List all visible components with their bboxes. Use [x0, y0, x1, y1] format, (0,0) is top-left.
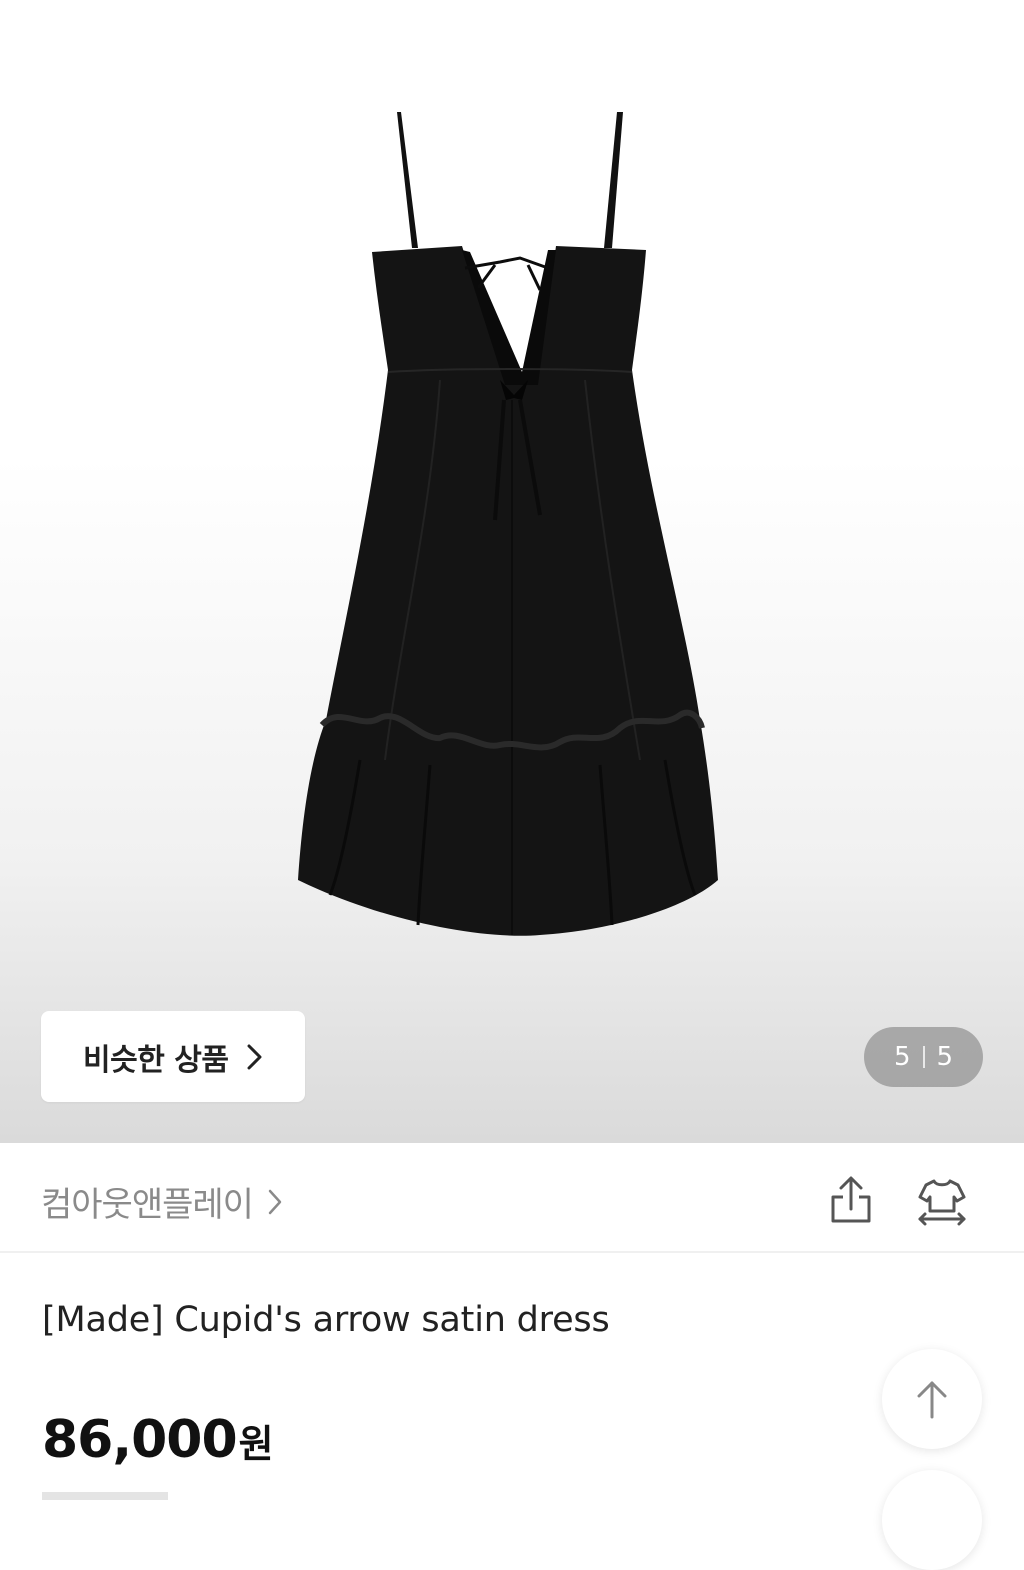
chevron-right-icon	[268, 1189, 282, 1214]
brand-row: 컴아웃앤플레이	[0, 1143, 1024, 1253]
share-icon	[831, 1176, 871, 1223]
product-title: [Made] Cupid's arrow satin dress	[42, 1300, 610, 1340]
brand-link[interactable]: 컴아웃앤플레이	[41, 1177, 283, 1226]
image-counter-current: 5	[893, 1042, 911, 1072]
chevron-right-icon	[247, 1044, 262, 1069]
price-currency: 원	[238, 1422, 274, 1466]
product-image[interactable]	[0, 0, 1024, 1143]
image-counter-total: 5	[936, 1042, 954, 1072]
product-price: 86,000	[42, 1410, 238, 1470]
similar-products-label: 비슷한 상품	[83, 1042, 229, 1078]
image-counter-divider	[922, 1046, 925, 1068]
price-row: 86,000 원	[42, 1410, 274, 1470]
share-button[interactable]	[821, 1171, 881, 1231]
size-fit-button[interactable]	[912, 1171, 972, 1231]
product-image-gallery[interactable]: 비슷한 상품 5 5	[0, 0, 1024, 1143]
size-fit-icon	[918, 1179, 966, 1226]
badge-placeholder	[42, 1492, 168, 1500]
scroll-to-top-button[interactable]	[882, 1349, 982, 1449]
floating-action-button[interactable]	[882, 1470, 982, 1570]
brand-name: 컴아웃앤플레이	[41, 1185, 254, 1225]
similar-products-button[interactable]: 비슷한 상품	[41, 1011, 305, 1102]
image-counter: 5 5	[864, 1027, 983, 1087]
arrow-up-icon	[917, 1381, 947, 1419]
